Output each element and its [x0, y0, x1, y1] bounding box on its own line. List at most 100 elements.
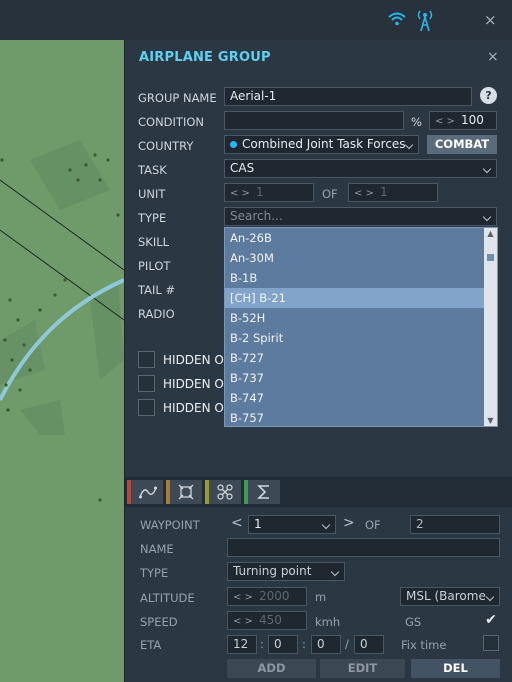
waypoint-type-select[interactable]: Turning point	[227, 562, 345, 581]
task-label: TASK	[138, 163, 167, 177]
condition-count-stepper[interactable]: < >100	[429, 111, 497, 130]
type-option[interactable]: B-2 Spirit	[225, 328, 485, 348]
stepper-arrows-icon[interactable]: < >	[354, 188, 374, 199]
target-icon	[178, 484, 194, 500]
tab-drone[interactable]	[205, 480, 241, 504]
tab-summary[interactable]	[244, 480, 280, 504]
type-option[interactable]: B-757	[225, 408, 485, 426]
map-view[interactable]	[0, 40, 124, 682]
eta-minutes-input[interactable]: 0	[268, 635, 298, 654]
country-select[interactable]: Combined Joint Task Forces	[224, 135, 419, 154]
tab-color-mark	[205, 480, 209, 504]
add-waypoint-button[interactable]: ADD	[227, 659, 316, 678]
waypoint-next-icon[interactable]: >	[343, 515, 355, 531]
close-icon[interactable]: ×	[484, 11, 497, 29]
group-name-label: GROUP NAME	[138, 91, 217, 105]
country-flag-icon	[230, 141, 237, 148]
waypoint-select[interactable]: 1	[248, 515, 336, 534]
eta-hours-input[interactable]: 12	[227, 635, 257, 654]
percent-sign: %	[411, 115, 422, 129]
gs-label: GS	[405, 615, 422, 629]
type-option[interactable]: [CH] B-21	[225, 288, 485, 308]
airplane-group-panel: AIRPLANE GROUP × GROUP NAME Aerial-1 ? C…	[124, 40, 512, 682]
waypoint-tab-bar	[125, 477, 512, 507]
fix-time-label: Fix time	[401, 638, 447, 652]
unit-of-stepper[interactable]: < >1	[348, 183, 438, 202]
panel-close-icon[interactable]: ×	[487, 49, 499, 65]
top-bar: ×	[0, 0, 512, 40]
tower-icon	[417, 10, 433, 32]
tab-color-mark	[127, 480, 131, 504]
type-option[interactable]: B-1B	[225, 268, 485, 288]
type-option[interactable]: B-52H	[225, 308, 485, 328]
delete-waypoint-button[interactable]: DEL	[411, 659, 500, 678]
drone-icon	[217, 484, 233, 500]
waypoint-type-label: TYPE	[140, 566, 169, 580]
type-option[interactable]: B-727	[225, 348, 485, 368]
fix-time-checkbox[interactable]	[483, 635, 499, 651]
type-option[interactable]: B-747	[225, 388, 485, 408]
panel-title: AIRPLANE GROUP	[139, 50, 271, 65]
type-option[interactable]: An-26B	[225, 228, 485, 248]
type-option[interactable]: An-30M	[225, 248, 485, 268]
tab-target[interactable]	[166, 480, 202, 504]
tab-route[interactable]	[127, 480, 163, 504]
edit-waypoint-button[interactable]: EDIT	[320, 659, 405, 678]
type-search-input[interactable]: Search...	[224, 207, 497, 226]
sigma-icon	[257, 485, 269, 499]
altitude-stepper[interactable]: < >2000	[227, 587, 307, 606]
stepper-arrows-icon[interactable]: < >	[230, 188, 250, 199]
eta-seconds-input[interactable]: 0	[311, 635, 341, 654]
speed-stepper[interactable]: < >450	[227, 611, 307, 630]
waypoint-count-field: 2	[410, 515, 500, 534]
type-label: TYPE	[138, 211, 167, 225]
waypoint-label: WAYPOINT	[140, 518, 200, 532]
help-icon[interactable]: ?	[480, 87, 497, 104]
wifi-icon	[388, 12, 406, 26]
condition-label: CONDITION	[138, 115, 205, 129]
eta-label: ETA	[140, 638, 162, 652]
combat-button[interactable]: COMBAT	[427, 135, 497, 154]
waypoint-name-label: NAME	[140, 542, 174, 556]
waypoint-prev-icon[interactable]: <	[231, 515, 243, 531]
type-option[interactable]: B-737	[225, 368, 485, 388]
group-name-input[interactable]: Aerial-1	[224, 87, 472, 106]
hidden-on-checkbox-1[interactable]	[138, 351, 155, 368]
pilot-label: PILOT	[138, 259, 171, 273]
hidden-on-label-3: HIDDEN ON	[163, 401, 233, 415]
hidden-on-checkbox-3[interactable]	[138, 399, 155, 416]
stepper-arrows-icon[interactable]: < >	[233, 616, 253, 627]
eta-colon-2: :	[302, 637, 306, 651]
hidden-on-checkbox-2[interactable]	[138, 375, 155, 392]
unit-stepper[interactable]: < >1	[224, 183, 314, 202]
stepper-arrows-icon[interactable]: < >	[233, 592, 253, 603]
hidden-on-label-2: HIDDEN ON	[163, 377, 233, 391]
speed-label: SPEED	[140, 615, 178, 629]
scroll-down-icon[interactable]: ▼	[486, 416, 495, 425]
scroll-up-icon[interactable]: ▲	[486, 229, 495, 238]
eta-slash: /	[345, 637, 349, 651]
type-list-scrollbar[interactable]: ▲ ▼	[484, 228, 497, 426]
eta-frames-input[interactable]: 0	[354, 635, 384, 654]
speed-unit: kmh	[315, 615, 341, 629]
unit-of-label: OF	[322, 187, 338, 201]
gs-checkbox[interactable]: ✔	[483, 612, 499, 628]
condition-input[interactable]	[224, 111, 404, 130]
stepper-arrows-icon[interactable]: < >	[435, 116, 455, 127]
altitude-label: ALTITUDE	[140, 591, 195, 605]
skill-label: SKILL	[138, 235, 170, 249]
waypoint-name-input[interactable]	[227, 538, 500, 557]
altitude-reference-select[interactable]: MSL (Barome	[400, 587, 500, 606]
country-label: COUNTRY	[138, 139, 194, 153]
unit-label: UNIT	[138, 187, 166, 201]
tab-color-mark	[166, 480, 170, 504]
tab-color-mark	[244, 480, 248, 504]
type-dropdown-list[interactable]: An-26B An-30M B-1B [CH] B-21 B-52H B-2 S…	[224, 227, 498, 427]
hidden-on-label-1: HIDDEN ON	[163, 353, 233, 367]
task-select[interactable]: CAS	[224, 159, 497, 178]
scrollbar-thumb[interactable]	[487, 254, 494, 261]
map-terrain	[0, 140, 124, 502]
tail-label: TAIL #	[138, 283, 176, 297]
eta-colon-1: :	[260, 637, 264, 651]
radio-label: RADIO	[138, 307, 175, 321]
